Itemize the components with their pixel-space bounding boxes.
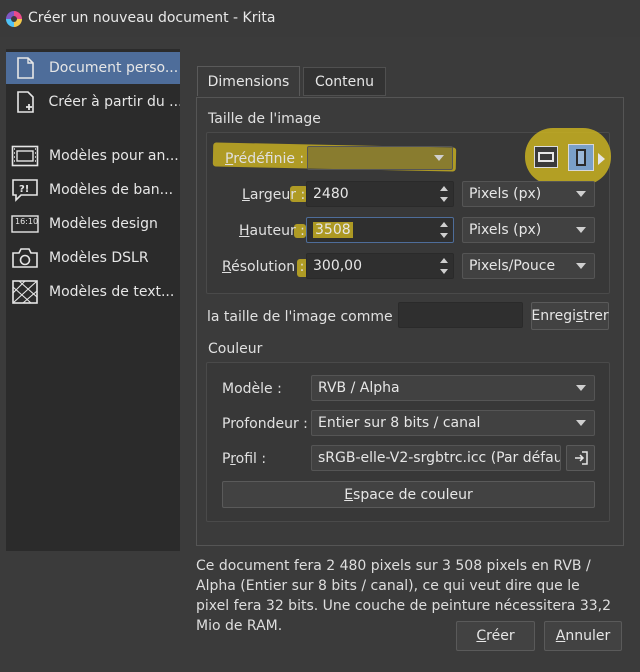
sidebar-item-animation-templates[interactable]: Modèles pour an... bbox=[6, 140, 180, 172]
resolution-label: Résolution : bbox=[222, 259, 305, 275]
sidebar-item-label: Modèles design bbox=[49, 216, 158, 232]
tab-label: Contenu bbox=[314, 73, 375, 90]
width-label: Largeur : bbox=[242, 187, 306, 203]
sidebar-item-label: Créer à partir du ... bbox=[48, 94, 180, 110]
color-model-value: RVB / Alpha bbox=[318, 380, 400, 396]
tab-label: Dimensions bbox=[207, 73, 290, 90]
spin-up-icon bbox=[440, 222, 448, 227]
sidebar-item-label: Modèles pour an... bbox=[49, 148, 179, 164]
sidebar-item-comic-templates[interactable]: ?! Modèles de ban... bbox=[6, 174, 180, 206]
spin-down-icon bbox=[440, 233, 448, 238]
save-size-button[interactable]: Enregistrer bbox=[531, 302, 609, 330]
width-input[interactable]: 2480 bbox=[306, 181, 454, 207]
sidebar-item-texture-templates[interactable]: Modèles de text... bbox=[6, 276, 180, 308]
color-group-title: Couleur bbox=[208, 341, 263, 357]
spin-up-icon bbox=[440, 258, 448, 263]
spin-down-icon bbox=[440, 197, 448, 202]
resolution-unit-value: Pixels/Pouce bbox=[469, 258, 556, 274]
height-unit-value: Pixels (px) bbox=[469, 222, 542, 238]
color-space-button[interactable]: Espace de couleur bbox=[222, 481, 595, 508]
create-button-label: Créer bbox=[476, 628, 515, 644]
krita-logo-icon bbox=[6, 11, 22, 27]
sidebar-item-dslr-templates[interactable]: Modèles DSLR bbox=[6, 242, 180, 274]
svg-text:?!: ?! bbox=[19, 184, 29, 195]
save-size-name-input[interactable] bbox=[398, 302, 523, 328]
window-title: Créer un nouveau document - Krita bbox=[28, 10, 276, 26]
sidebar-item-custom-document[interactable]: Document perso... bbox=[6, 52, 180, 84]
width-value: 2480 bbox=[313, 186, 349, 202]
resolution-unit-dropdown[interactable]: Pixels/Pouce bbox=[462, 253, 595, 279]
title-bar: Créer un nouveau document - Krita bbox=[0, 0, 640, 37]
sidebar-item-label: Document perso... bbox=[49, 60, 179, 76]
color-profile-label: Profil : bbox=[222, 451, 267, 467]
color-depth-value: Entier sur 8 bits / canal bbox=[318, 415, 481, 431]
portrait-orientation-button[interactable] bbox=[568, 144, 594, 171]
sidebar-item-label: Modèles de text... bbox=[49, 284, 175, 300]
sidebar-item-create-from-clipboard[interactable]: Créer à partir du ... bbox=[6, 86, 180, 118]
aspect-ratio-icon: 16:10 bbox=[11, 211, 39, 237]
import-profile-button[interactable] bbox=[566, 445, 595, 471]
chevron-down-icon bbox=[576, 385, 586, 391]
chevron-down-icon bbox=[434, 155, 444, 161]
height-input[interactable]: 3508 bbox=[306, 217, 454, 243]
cancel-button-label: Annuler bbox=[555, 628, 611, 644]
color-profile-value: sRGB-elle-V2-srgbtrc.icc (Par défaut) bbox=[318, 450, 560, 466]
image-size-group-title: Taille de l'image bbox=[208, 111, 321, 127]
color-model-dropdown[interactable]: RVB / Alpha bbox=[311, 375, 595, 401]
new-from-clipboard-icon bbox=[11, 89, 38, 115]
cancel-button[interactable]: Annuler bbox=[544, 621, 622, 651]
preset-label: Prédéfinie : bbox=[225, 151, 305, 167]
blank-document-icon bbox=[11, 55, 39, 81]
color-model-label: Modèle : bbox=[222, 381, 282, 397]
resolution-input[interactable]: 300,00 bbox=[306, 253, 454, 279]
template-sidebar: Document perso... Créer à partir du ... … bbox=[6, 49, 180, 551]
chevron-down-icon bbox=[576, 227, 586, 233]
sidebar-item-design-templates[interactable]: 16:10 Modèles design bbox=[6, 208, 180, 240]
height-value: 3508 bbox=[313, 222, 353, 238]
speech-bubble-icon: ?! bbox=[11, 177, 39, 203]
preset-dropdown[interactable] bbox=[307, 146, 453, 170]
sidebar-item-label: Modèles de ban... bbox=[49, 182, 174, 198]
spin-down-icon bbox=[440, 269, 448, 274]
portrait-icon bbox=[576, 149, 586, 166]
save-size-button-label: Enregistrer bbox=[531, 308, 609, 324]
create-button[interactable]: Créer bbox=[456, 621, 535, 651]
resolution-spinner[interactable] bbox=[436, 255, 452, 277]
tab-dimensions[interactable]: Dimensions bbox=[197, 66, 300, 96]
color-depth-label: Profondeur : bbox=[222, 416, 308, 432]
spin-up-icon bbox=[440, 186, 448, 191]
import-icon bbox=[574, 451, 588, 465]
chevron-down-icon bbox=[576, 263, 586, 269]
sidebar-item-label: Modèles DSLR bbox=[49, 250, 149, 266]
landscape-icon bbox=[538, 152, 554, 162]
color-space-button-label: Espace de couleur bbox=[344, 486, 473, 503]
resolution-value: 300,00 bbox=[313, 258, 362, 274]
save-size-label: la taille de l'image comme : bbox=[207, 309, 402, 325]
height-spinner[interactable] bbox=[436, 219, 452, 241]
aspect-ratio-badge: 16:10 bbox=[15, 217, 39, 226]
color-depth-dropdown[interactable]: Entier sur 8 bits / canal bbox=[311, 410, 595, 436]
width-unit-dropdown[interactable]: Pixels (px) bbox=[462, 181, 595, 207]
film-strip-icon bbox=[11, 143, 39, 169]
chevron-down-icon bbox=[576, 420, 586, 426]
color-profile-dropdown[interactable]: sRGB-elle-V2-srgbtrc.icc (Par défaut) bbox=[311, 445, 561, 471]
chevron-right-icon bbox=[598, 153, 605, 165]
height-label: Hauteur : bbox=[239, 223, 305, 239]
camera-icon bbox=[11, 245, 39, 271]
height-unit-dropdown[interactable]: Pixels (px) bbox=[462, 217, 595, 243]
tab-content[interactable]: Contenu bbox=[303, 67, 386, 96]
texture-icon bbox=[11, 279, 39, 305]
width-spinner[interactable] bbox=[436, 183, 452, 205]
width-unit-value: Pixels (px) bbox=[469, 186, 542, 202]
landscape-orientation-button[interactable] bbox=[534, 146, 558, 168]
chevron-down-icon bbox=[576, 191, 586, 197]
